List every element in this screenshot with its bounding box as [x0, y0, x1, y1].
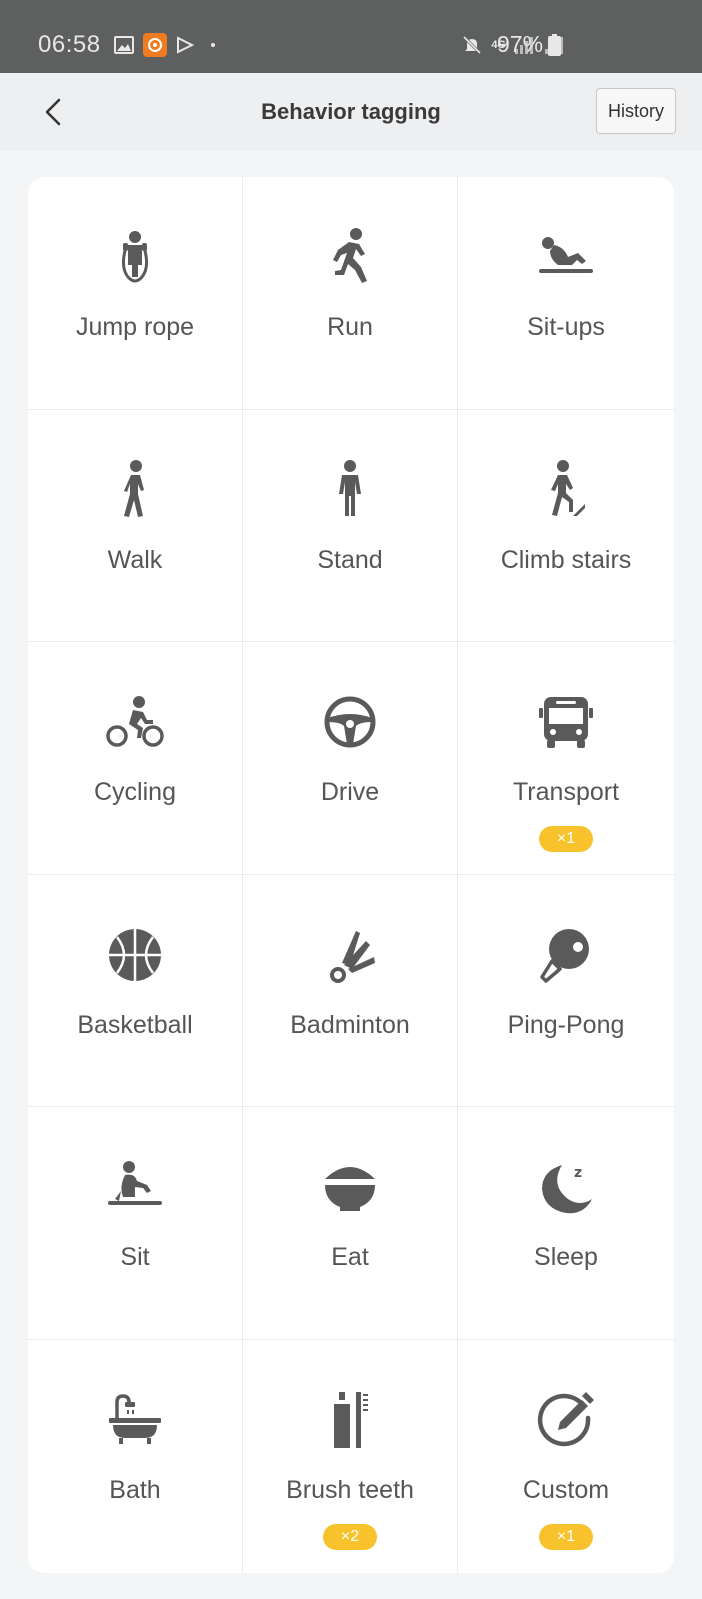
behavior-grid: Jump rope Run Sit-ups Walk Stand Climb s…	[28, 177, 674, 1573]
tile-sleep[interactable]: z Sleep	[458, 1107, 674, 1340]
image-icon	[114, 36, 134, 54]
tile-basketball[interactable]: Basketball	[28, 874, 243, 1108]
bus-icon	[536, 692, 596, 752]
notification-icons	[114, 31, 215, 59]
tile-label: Transport	[512, 778, 620, 807]
tile-run[interactable]: Run	[243, 177, 458, 410]
moon-icon: z	[536, 1157, 596, 1217]
mute-icon	[461, 34, 483, 56]
app-notification-icon	[143, 33, 167, 57]
sit-icon	[105, 1157, 165, 1217]
tile-transport[interactable]: Transport ×1	[458, 642, 674, 875]
shuttlecock-icon	[320, 925, 380, 985]
toothbrush-icon	[320, 1390, 380, 1450]
svg-text:z: z	[574, 1165, 582, 1181]
tile-sit-ups[interactable]: Sit-ups	[458, 177, 674, 410]
tile-brush-teeth[interactable]: Brush teeth ×2	[243, 1339, 458, 1573]
tile-climb-stairs[interactable]: Climb stairs	[458, 410, 674, 643]
tile-label: Basketball	[77, 1010, 193, 1039]
tile-custom[interactable]: Custom ×1	[458, 1340, 674, 1573]
tile-drive[interactable]: Drive	[243, 642, 458, 875]
status-time: 06:58	[38, 31, 101, 58]
tile-eat[interactable]: Eat	[243, 1107, 458, 1340]
jump-rope-icon	[105, 227, 165, 287]
more-notifications-dot	[211, 43, 215, 47]
tile-label: Jump rope	[75, 313, 195, 341]
tile-label: Run	[327, 313, 373, 341]
tile-badminton[interactable]: Badminton	[243, 874, 458, 1108]
walk-icon	[105, 459, 165, 520]
bathtub-icon	[105, 1390, 165, 1450]
tile-label: Walk	[107, 545, 163, 574]
cycling-icon	[105, 692, 165, 752]
tile-label: Sleep	[534, 1243, 598, 1272]
history-button[interactable]: History	[596, 88, 676, 134]
battery-status: 97%	[497, 31, 562, 58]
top-app-bar: Behavior tagging History	[0, 73, 702, 151]
tile-ping-pong[interactable]: Ping-Pong	[458, 875, 674, 1108]
tile-label: Climb stairs	[500, 545, 632, 574]
tile-label: Sit	[120, 1243, 150, 1272]
battery-percent: 97%	[497, 31, 544, 57]
count-badge: ×2	[323, 1523, 377, 1550]
climb-stairs-icon	[536, 459, 596, 520]
tile-sit[interactable]: Sit	[28, 1107, 243, 1340]
tile-label: Drive	[320, 778, 380, 807]
tile-label: Sit-ups	[527, 313, 605, 341]
basketball-icon	[105, 925, 165, 985]
tile-label: Bath	[109, 1475, 161, 1504]
sit-ups-icon	[536, 227, 596, 287]
tile-bath[interactable]: Bath	[28, 1339, 243, 1573]
tile-stand[interactable]: Stand	[243, 409, 458, 643]
count-badge: ×1	[539, 826, 593, 853]
tile-label: Badminton	[290, 1010, 410, 1039]
battery-icon	[548, 33, 562, 56]
play-store-icon	[176, 36, 194, 54]
tile-walk[interactable]: Walk	[28, 409, 243, 643]
tile-label: Brush teeth	[286, 1475, 414, 1504]
run-icon	[320, 227, 380, 287]
ping-pong-paddle-icon	[536, 925, 596, 985]
tile-label: Eat	[331, 1243, 369, 1272]
bowl-icon	[320, 1157, 380, 1217]
tile-jump-rope[interactable]: Jump rope	[28, 177, 243, 410]
tile-label: Custom	[522, 1475, 610, 1504]
stand-icon	[320, 459, 380, 520]
edit-pencil-icon	[536, 1390, 596, 1450]
count-badge: ×1	[539, 1523, 593, 1550]
tile-label: Cycling	[94, 778, 176, 807]
tile-cycling[interactable]: Cycling	[28, 642, 243, 875]
steering-wheel-icon	[320, 692, 380, 752]
tile-label: Ping-Pong	[507, 1010, 625, 1039]
tile-label: Stand	[317, 545, 383, 574]
status-bar: 06:58 4G 97%	[0, 0, 702, 73]
